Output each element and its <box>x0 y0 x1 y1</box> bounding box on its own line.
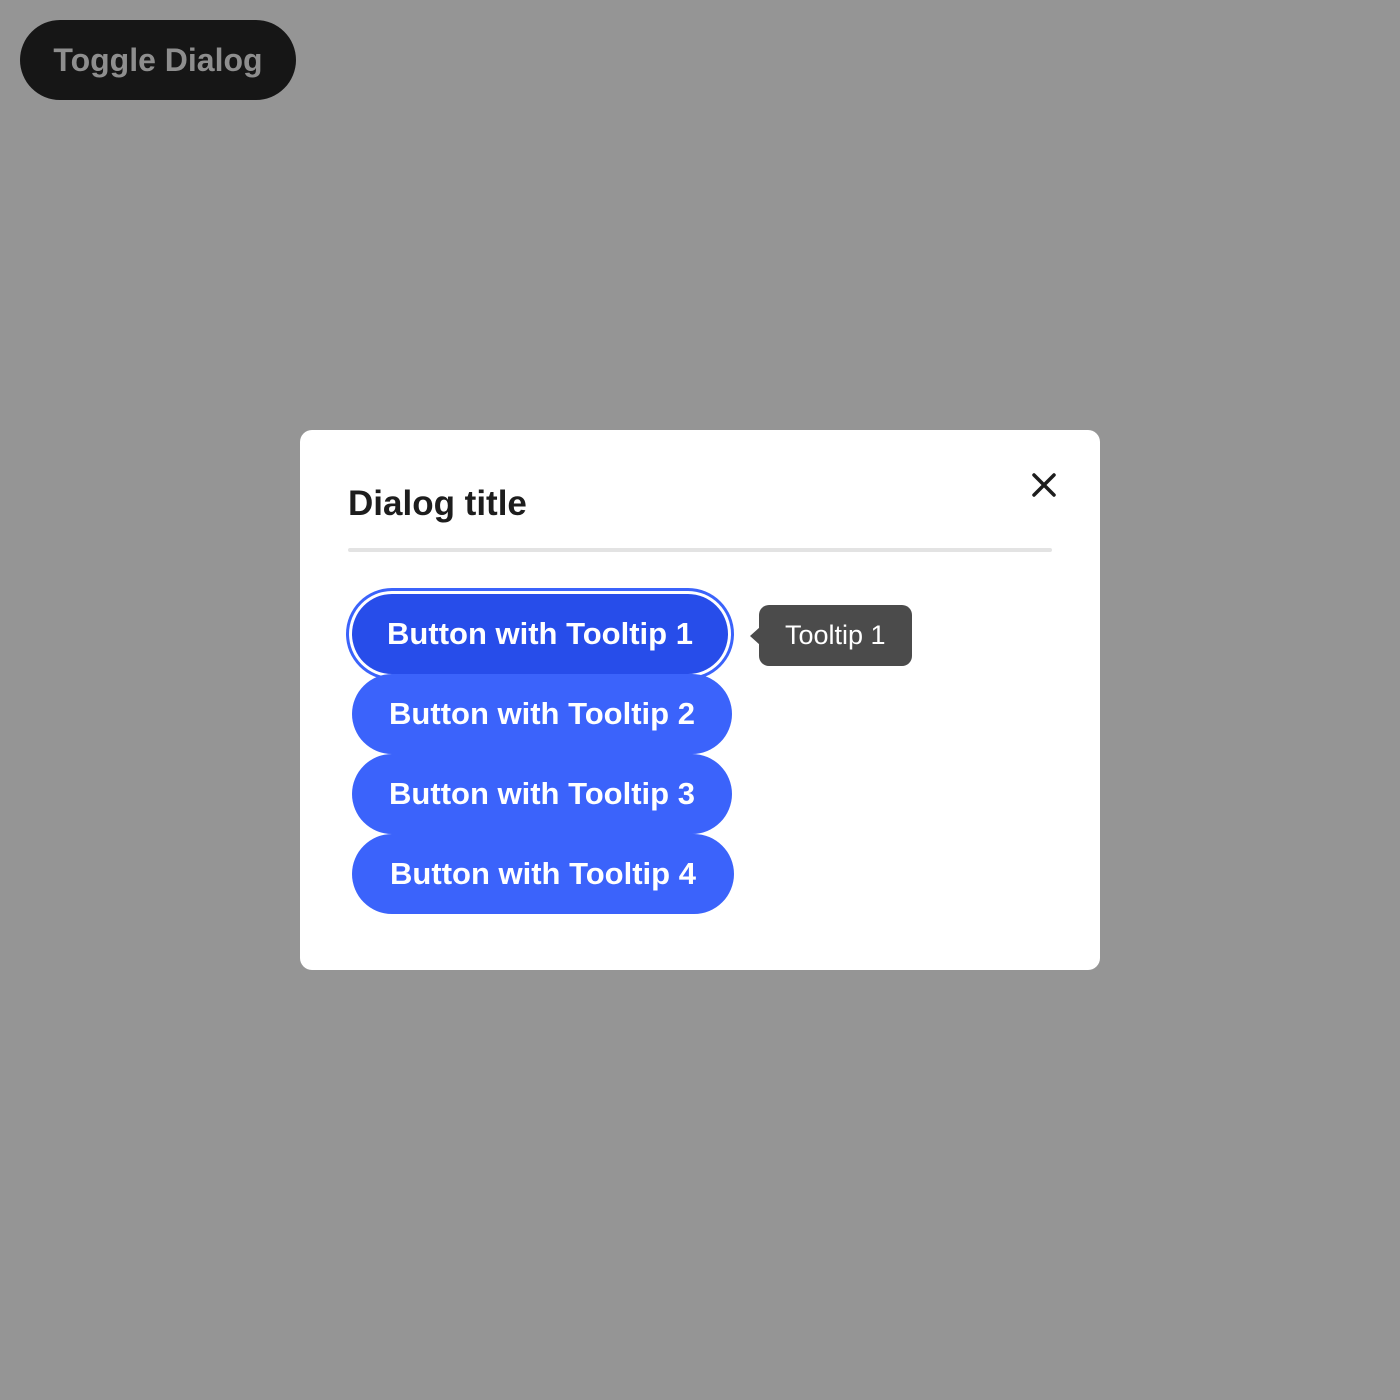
tooltip: Tooltip 1 <box>750 605 912 666</box>
dialog-divider <box>348 548 1052 552</box>
dialog: Dialog title Button with Tooltip 1 Butto… <box>300 430 1100 970</box>
button-with-tooltip-3[interactable]: Button with Tooltip 3 <box>352 754 732 834</box>
tooltip-text: Tooltip 1 <box>785 620 886 650</box>
tooltip-tip <box>750 626 760 645</box>
close-icon <box>1030 471 1058 502</box>
dialog-title: Dialog title <box>348 484 527 523</box>
button-with-tooltip-2[interactable]: Button with Tooltip 2 <box>352 674 732 754</box>
close-button[interactable] <box>1022 464 1066 508</box>
button-with-tooltip-1[interactable]: Button with Tooltip 1 <box>352 594 728 674</box>
toggle-dialog-button[interactable]: Toggle Dialog <box>20 20 296 100</box>
button-with-tooltip-4[interactable]: Button with Tooltip 4 <box>352 834 734 914</box>
